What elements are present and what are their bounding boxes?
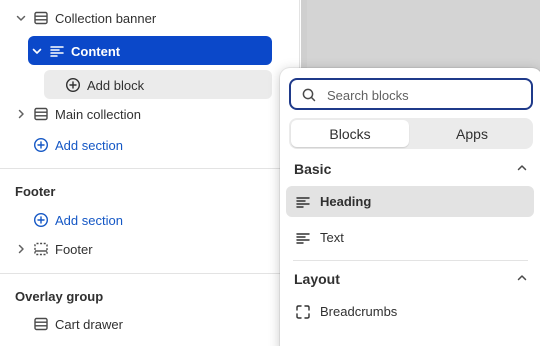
block-row-content[interactable]: Content	[28, 36, 272, 65]
text-lines-icon	[295, 194, 311, 210]
add-block-label: Add block	[87, 78, 145, 93]
block-option-label: Text	[320, 230, 344, 245]
group-title-basic: Basic	[294, 161, 332, 177]
tab-switcher: Blocks Apps	[289, 118, 533, 149]
block-label: Content	[71, 44, 121, 59]
chevron-right-icon[interactable]	[15, 108, 27, 120]
plus-circle-icon	[33, 137, 49, 153]
tab-apps[interactable]: Apps	[413, 120, 531, 147]
section-label: Footer	[55, 242, 93, 257]
group-title-layout: Layout	[294, 271, 340, 287]
add-section-button[interactable]: Add section	[0, 205, 200, 233]
plus-circle-icon	[33, 212, 49, 228]
plus-circle-icon	[65, 77, 81, 93]
section-label: Main collection	[55, 107, 141, 122]
section-label: Cart drawer	[55, 317, 123, 332]
block-option-label: Heading	[320, 194, 372, 209]
divider	[0, 273, 300, 274]
section-icon	[33, 316, 49, 332]
chevron-down-icon[interactable]	[15, 12, 27, 24]
section-row-cart-drawer[interactable]: Cart drawer	[0, 310, 300, 338]
divider	[293, 260, 528, 261]
section-label: Collection banner	[55, 11, 157, 26]
tab-blocks[interactable]: Blocks	[291, 120, 409, 147]
add-section-button[interactable]: Add section	[0, 130, 200, 158]
group-title-overlay: Overlay group	[15, 289, 104, 304]
add-block-button[interactable]: Add block	[44, 70, 272, 99]
text-lines-icon	[49, 43, 65, 59]
chevron-down-icon[interactable]	[31, 45, 43, 57]
chevron-right-icon[interactable]	[15, 243, 27, 255]
add-section-label: Add section	[55, 213, 123, 228]
section-icon	[33, 10, 49, 26]
chevron-up-icon[interactable]	[516, 272, 528, 284]
sections-sidebar: Collection banner Content Add block Main…	[0, 0, 300, 346]
section-icon	[33, 106, 49, 122]
block-option-breadcrumbs[interactable]: Breadcrumbs	[286, 296, 534, 327]
footer-section-icon	[33, 241, 49, 257]
frame-corners-icon	[295, 304, 311, 320]
search-icon	[301, 87, 317, 103]
chevron-up-icon[interactable]	[516, 162, 528, 174]
block-option-label: Breadcrumbs	[320, 304, 398, 319]
search-input[interactable]: Search blocks	[289, 78, 533, 110]
block-picker-popover: Search blocks Blocks Apps Basic Heading …	[280, 68, 540, 346]
group-title-footer: Footer	[15, 184, 56, 199]
section-row-main-collection[interactable]: Main collection	[0, 100, 300, 128]
section-row-footer[interactable]: Footer	[0, 235, 300, 263]
add-section-label: Add section	[55, 138, 123, 153]
block-option-heading[interactable]: Heading	[286, 186, 534, 217]
search-placeholder: Search blocks	[327, 88, 409, 103]
block-option-text[interactable]: Text	[286, 222, 534, 253]
text-lines-icon	[295, 230, 311, 246]
section-row-collection-banner[interactable]: Collection banner	[0, 4, 300, 32]
divider	[0, 168, 300, 169]
